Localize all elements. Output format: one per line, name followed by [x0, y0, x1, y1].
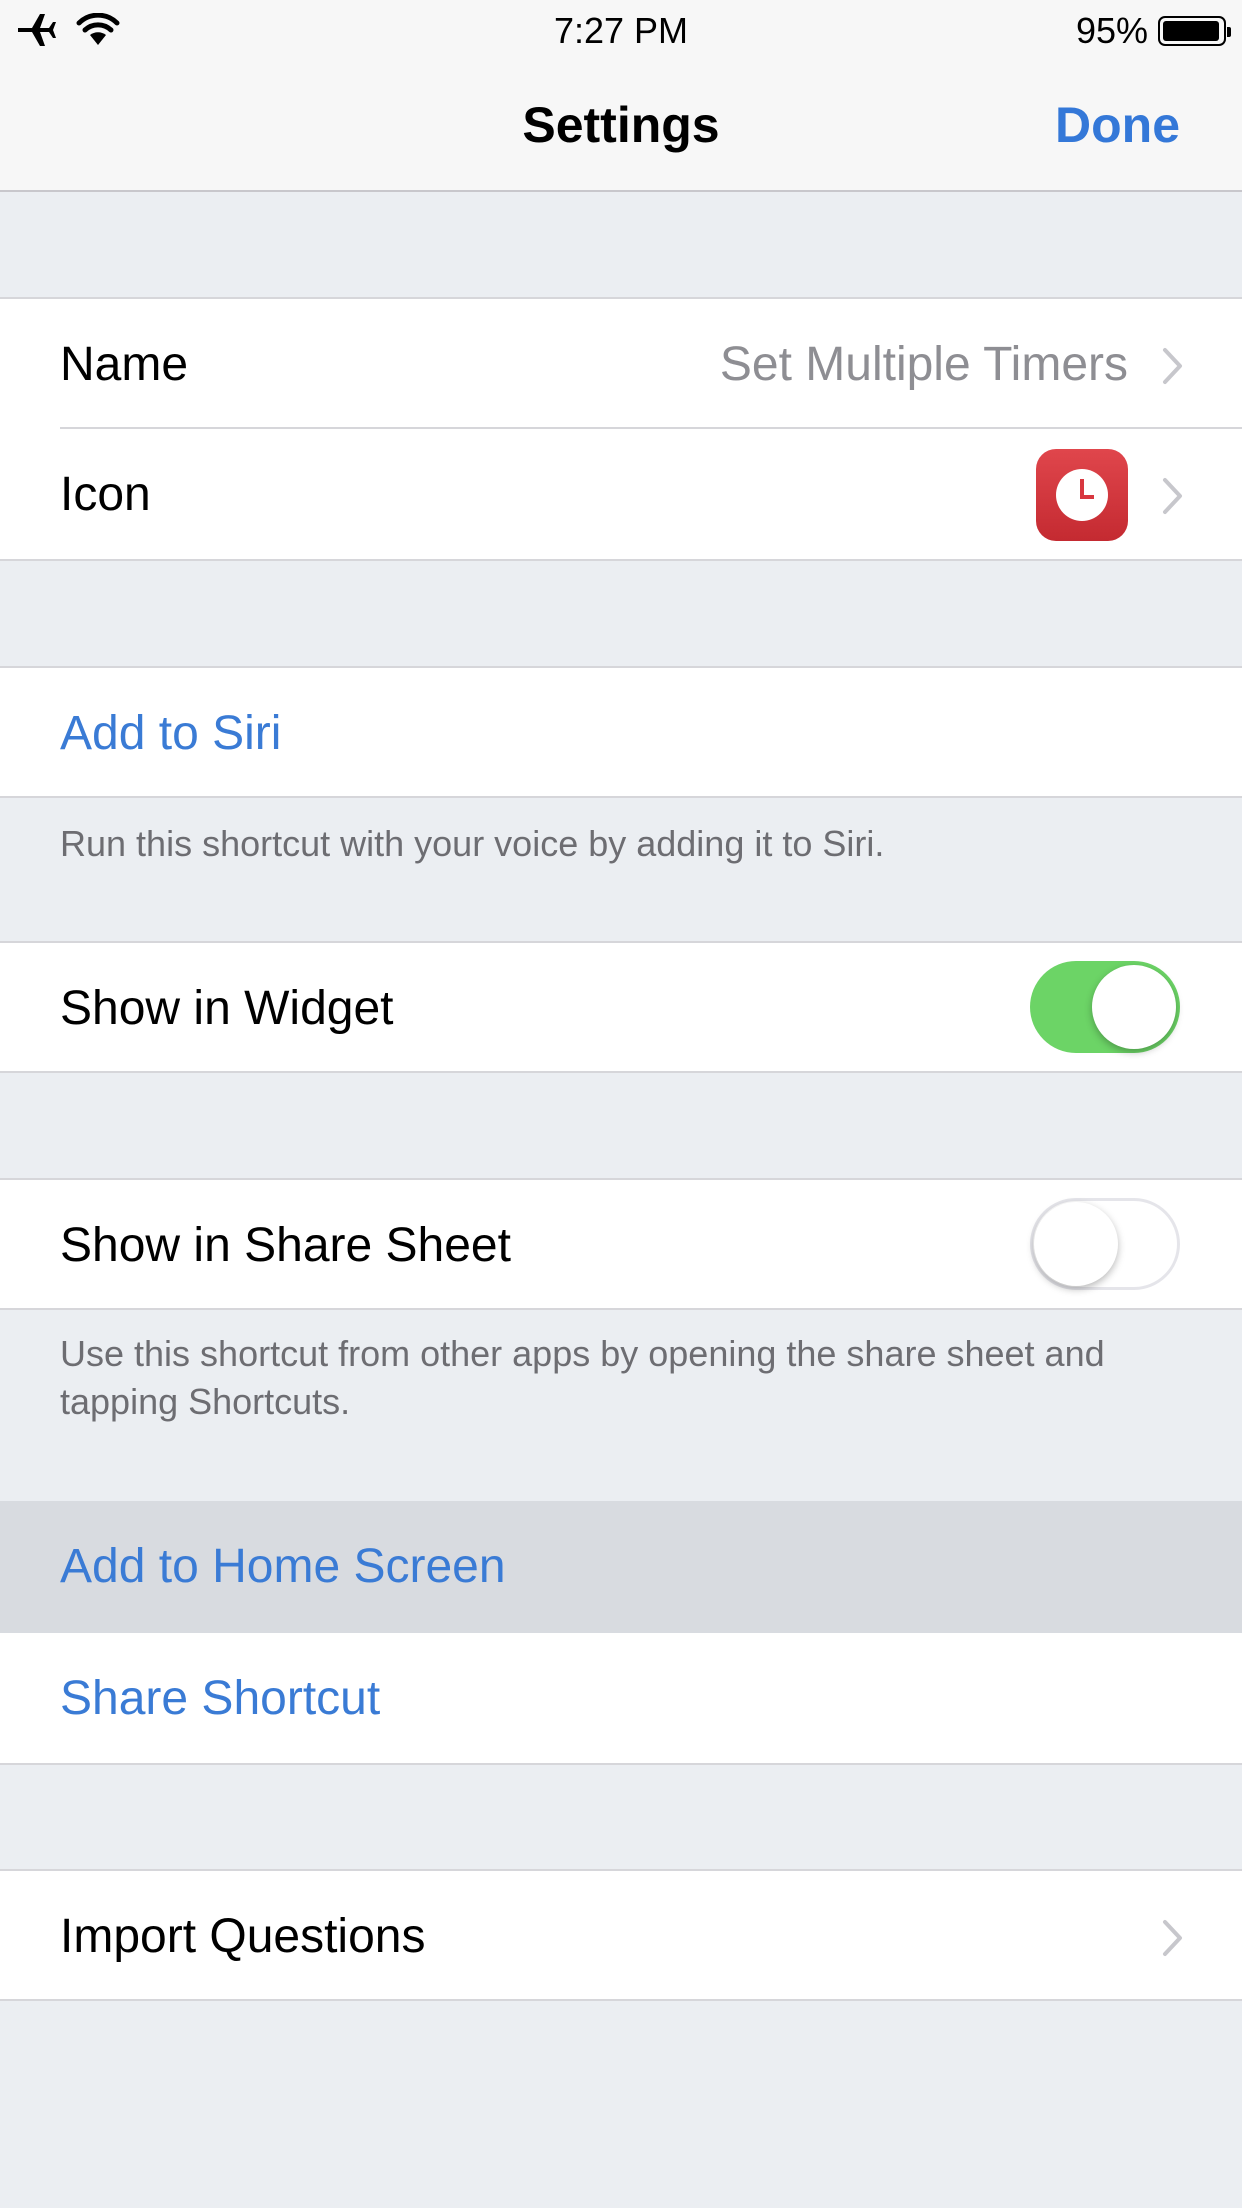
share-shortcut-button[interactable]: Share Shortcut: [60, 1633, 380, 1765]
share-sheet-footer-text: Use this shortcut from other apps by ope…: [60, 1333, 1105, 1422]
name-row[interactable]: Name Set Multiple Timers: [0, 297, 1242, 429]
icon-label: Icon: [60, 468, 151, 521]
add-to-home-screen-row[interactable]: Add to Home Screen: [0, 1501, 1242, 1633]
show-in-share-sheet-toggle[interactable]: [1030, 1198, 1180, 1290]
chevron-right-icon: [1163, 1920, 1182, 1956]
add-to-home-screen-button[interactable]: Add to Home Screen: [60, 1501, 506, 1633]
import-questions-label: Import Questions: [60, 1910, 426, 1963]
chevron-right-icon: [1163, 478, 1182, 514]
battery-percent: 95%: [1075, 10, 1148, 51]
status-bar: 7:27 PM 95%: [0, 0, 1242, 60]
clock-icon: [1036, 449, 1128, 541]
battery-icon: [1158, 16, 1231, 46]
status-bar-right: 95%: [1075, 10, 1231, 52]
done-button[interactable]: Done: [1055, 96, 1180, 154]
chevron-right-icon: [1163, 348, 1182, 384]
name-label: Name: [60, 338, 189, 391]
show-in-share-sheet-row: Show in Share Sheet: [0, 1178, 1242, 1310]
icon-row[interactable]: Icon: [0, 429, 1242, 561]
show-in-widget-row: Show in Widget: [0, 941, 1242, 1073]
name-value: Set Multiple Timers: [719, 338, 1128, 391]
siri-footer-text: Run this shortcut with your voice by add…: [60, 823, 885, 864]
show-in-widget-label: Show in Widget: [60, 982, 394, 1035]
add-to-siri-row[interactable]: Add to Siri: [0, 666, 1242, 798]
navigation-bar: Settings Done: [0, 60, 1242, 192]
import-questions-row[interactable]: Import Questions: [0, 1869, 1242, 2001]
show-in-share-sheet-label: Show in Share Sheet: [60, 1219, 511, 1272]
share-shortcut-row[interactable]: Share Shortcut: [0, 1633, 1242, 1765]
add-to-siri-button[interactable]: Add to Siri: [60, 668, 281, 800]
show-in-widget-toggle[interactable]: [1030, 961, 1180, 1053]
status-time: 7:27 PM: [553, 10, 689, 51]
